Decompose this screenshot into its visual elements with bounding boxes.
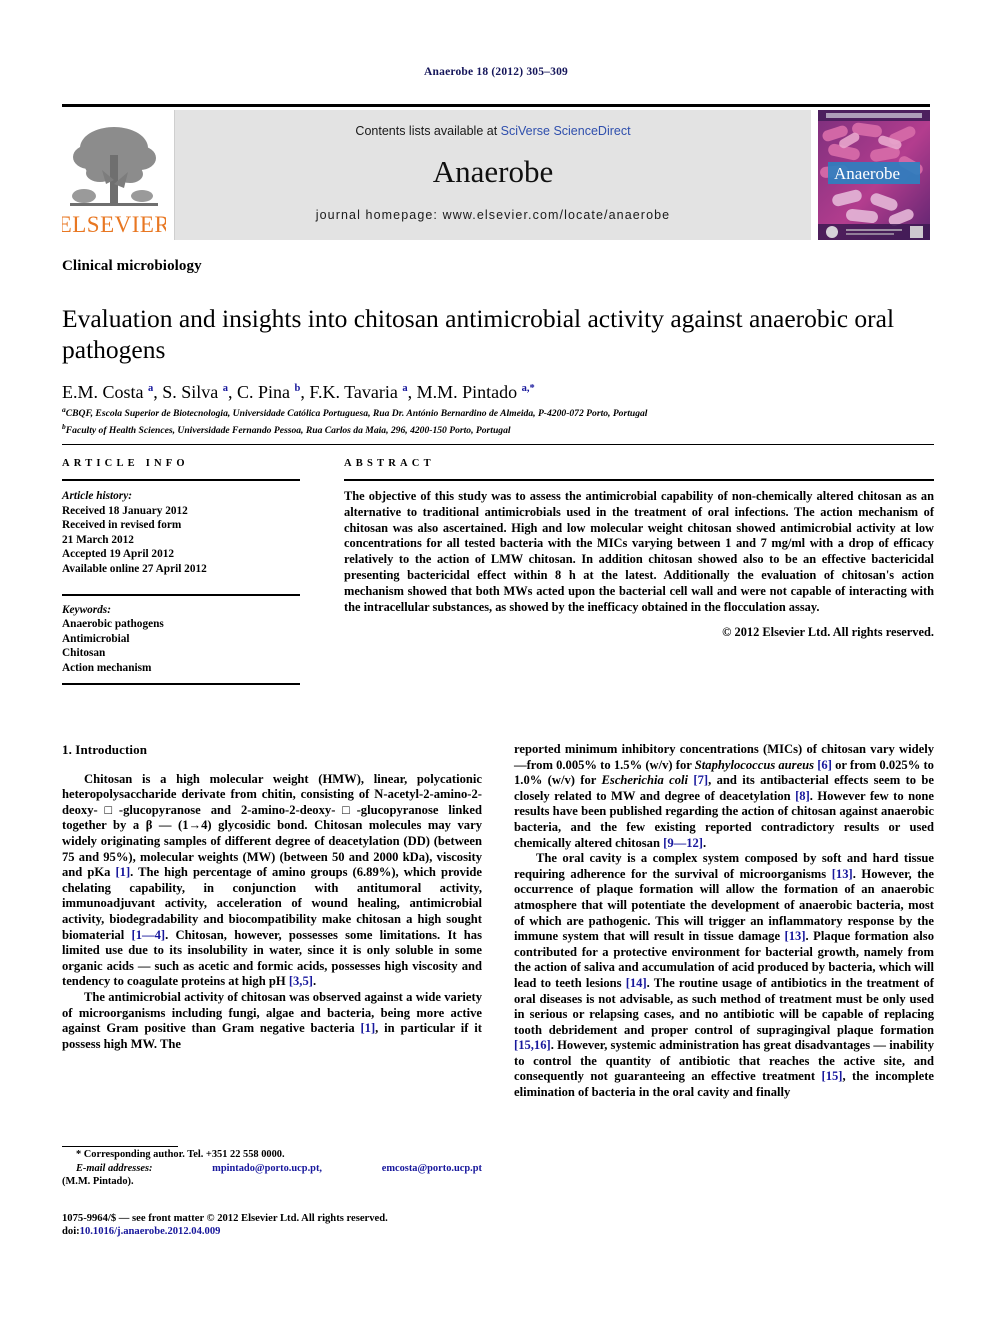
article-info-block: ARTICLE INFO Article history: Received 1… xyxy=(62,458,300,685)
history-item: Received in revised form xyxy=(62,519,182,532)
abstract-text: The objective of this study was to asses… xyxy=(344,489,934,614)
masthead-top-rule xyxy=(62,104,930,107)
keywords-label: Keywords: xyxy=(62,603,111,616)
doi-line: doi:10.1016/j.anaerobe.2012.04.009 xyxy=(62,1225,492,1238)
email-address-secondary[interactable]: emcosta@porto.ucp.pt xyxy=(382,1162,482,1176)
running-head: Anaerobe 18 (2012) 305–309 xyxy=(424,66,568,78)
keyword-item: Chitosan xyxy=(62,647,106,660)
abstract-block-top-rule xyxy=(62,444,934,445)
body-column-right: reported minimum inhibitory concentratio… xyxy=(514,742,934,1101)
email-owner: (M.M. Pintado). xyxy=(62,1176,134,1188)
journal-name: Anaerobe xyxy=(432,154,554,189)
article-title: Evaluation and insights into chitosan an… xyxy=(62,304,895,365)
affiliation-item: bFaculty of Health Sciences, Universidad… xyxy=(62,421,511,436)
keywords-bottom-rule xyxy=(62,682,300,685)
abstract-copyright: © 2012 Elsevier Ltd. All rights reserved… xyxy=(722,625,934,640)
paragraph: The oral cavity is a complex system comp… xyxy=(514,851,934,1100)
journal-cover-thumbnail: Anaerobe xyxy=(818,110,930,240)
journal-article-page: Anaerobe 18 (2012) 305–309 ELSEVIER Cont… xyxy=(0,0,992,1323)
subject-section-label: Clinical microbiology xyxy=(62,258,202,274)
affiliation-item: aCBQF, Escola Superior de Biotecnologia,… xyxy=(62,405,648,420)
article-info-heading: ARTICLE INFO xyxy=(62,458,189,469)
email-label: E-mail addresses: xyxy=(76,1162,153,1174)
abstract-heading: ABSTRACT xyxy=(344,458,435,469)
doi-label: doi: xyxy=(62,1226,80,1238)
elsevier-logo: ELSEVIER xyxy=(62,110,166,240)
sciencedirect-link[interactable]: SciVerse ScienceDirect xyxy=(501,124,631,138)
abstract-block: ABSTRACT The objective of this study was… xyxy=(344,458,934,640)
svg-text:ELSEVIER: ELSEVIER xyxy=(62,212,166,237)
keywords-top-rule xyxy=(62,593,300,596)
email-address-primary[interactable]: mpintado@porto.ucp.pt, xyxy=(212,1162,322,1176)
article-history: Article history: Received 18 January 201… xyxy=(62,489,300,577)
intro-heading: 1. Introduction xyxy=(62,742,148,757)
article-info-rule xyxy=(62,479,300,481)
footnote-block: * Corresponding author. Tel. +351 22 558… xyxy=(62,1148,482,1189)
abstract-rule xyxy=(344,479,934,481)
keyword-item: Action mechanism xyxy=(62,661,152,674)
history-item: Available online 27 April 2012 xyxy=(62,562,207,575)
keywords-block: Keywords: Anaerobic pathogens Antimicrob… xyxy=(62,603,300,676)
affiliation-list: aCBQF, Escola Superior de Biotecnologia,… xyxy=(62,404,934,437)
body-column-left: 1. Introduction Chitosan is a high molec… xyxy=(62,742,482,1052)
journal-masthead: ELSEVIER Contents lists available at Sci… xyxy=(62,104,930,240)
front-matter-line: 1075-9964/$ — see front matter © 2012 El… xyxy=(62,1213,388,1224)
paragraph: Chitosan is a high molecular weight (HMW… xyxy=(62,771,482,989)
email-row: E-mail addresses: mpintado@porto.ucp.pt,… xyxy=(62,1162,482,1176)
article-history-label: Article history: xyxy=(62,490,132,502)
masthead-band: Contents lists available at SciVerse Sci… xyxy=(174,110,811,240)
imprint-block: 1075-9964/$ — see front matter © 2012 El… xyxy=(62,1212,492,1239)
doi-value[interactable]: 10.1016/j.anaerobe.2012.04.009 xyxy=(80,1226,221,1237)
contents-prefix: Contents lists available at xyxy=(355,124,501,138)
history-item: Received 18 January 2012 xyxy=(62,504,188,517)
corresponding-author-note: * Corresponding author. Tel. +351 22 558… xyxy=(76,1149,285,1160)
footnote-rule xyxy=(62,1146,178,1147)
history-item: Accepted 19 April 2012 xyxy=(62,548,175,561)
paragraph: reported minimum inhibitory concentratio… xyxy=(514,742,935,850)
keyword-item: Anaerobic pathogens xyxy=(62,618,164,631)
keyword-item: Antimicrobial xyxy=(62,632,130,645)
paragraph: The antimicrobial activity of chitosan w… xyxy=(62,989,482,1051)
contents-available-line: Contents lists available at SciVerse Sci… xyxy=(175,124,811,138)
journal-homepage-link[interactable]: journal homepage: www.elsevier.com/locat… xyxy=(175,208,811,222)
author-list: E.M. Costa a, S. Silva a, C. Pina b, F.K… xyxy=(62,382,535,402)
history-item: 21 March 2012 xyxy=(62,533,134,546)
svg-text:Anaerobe: Anaerobe xyxy=(834,164,900,183)
